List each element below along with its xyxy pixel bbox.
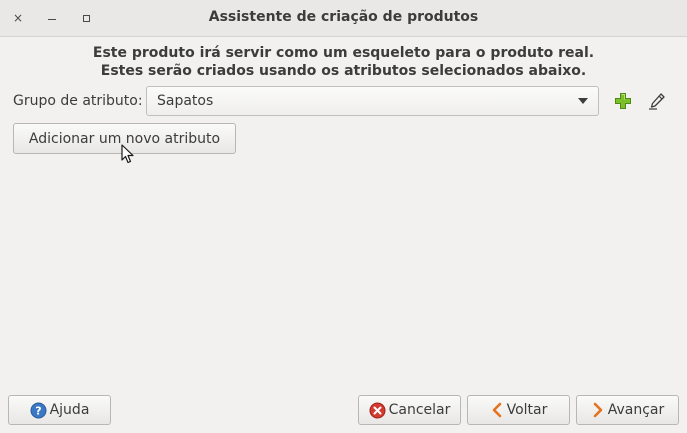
svg-text:?: ? — [35, 404, 41, 417]
add-attribute-group-button[interactable] — [613, 91, 633, 111]
dropdown-arrow-icon — [578, 98, 588, 104]
cancel-icon — [369, 402, 386, 419]
pencil-icon — [649, 93, 665, 110]
back-button[interactable]: Voltar — [467, 395, 570, 425]
chevron-left-icon — [490, 402, 504, 418]
wizard-window: × Assistente de criação de produtos Este… — [0, 0, 687, 433]
wizard-description: Este produto irá servir como um esquelet… — [0, 44, 687, 80]
attribute-group-value: Sapatos — [157, 93, 214, 109]
next-button[interactable]: Avançar — [576, 395, 679, 425]
add-new-attribute-button[interactable]: Adicionar um novo atributo — [13, 123, 236, 154]
back-label: Voltar — [506, 402, 548, 418]
attribute-group-label: Grupo de atributo: — [13, 93, 143, 109]
help-button[interactable]: ? Ajuda — [8, 395, 111, 425]
cancel-label: Cancelar — [388, 402, 451, 418]
description-line-1: Este produto irá servir como um esquelet… — [92, 45, 595, 61]
window-title: Assistente de criação de produtos — [208, 9, 479, 25]
plus-icon — [615, 93, 631, 109]
help-icon: ? — [30, 402, 47, 419]
add-new-attribute-label: Adicionar um novo atributo — [28, 130, 221, 147]
title-bar: × Assistente de criação de produtos — [0, 0, 687, 37]
description-line-2: Estes serão criados usando os atributos … — [100, 63, 587, 79]
edit-attribute-group-button[interactable] — [647, 91, 667, 111]
chevron-right-icon — [591, 402, 605, 418]
next-label: Avançar — [607, 402, 665, 418]
help-label: Ajuda — [49, 402, 90, 418]
attribute-group-select[interactable]: Sapatos — [146, 86, 599, 116]
cancel-button[interactable]: Cancelar — [358, 395, 461, 425]
